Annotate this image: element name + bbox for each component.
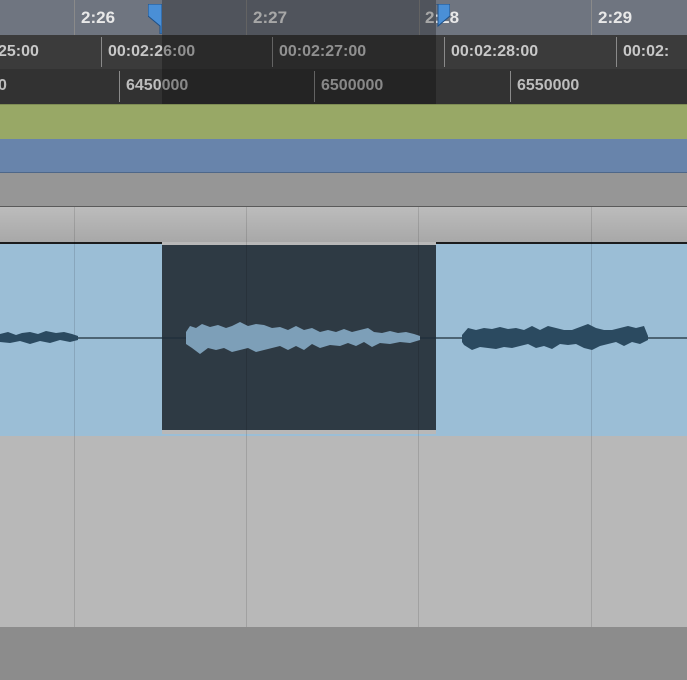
empty-timeline-area[interactable] bbox=[0, 627, 687, 680]
ruler-tick bbox=[616, 37, 617, 67]
ruler-tick bbox=[119, 71, 120, 102]
timecode-label: 25:00 bbox=[0, 43, 39, 60]
grid-line bbox=[418, 436, 419, 627]
marker-lane[interactable] bbox=[0, 104, 687, 140]
timecode-label: 00:02: bbox=[623, 43, 670, 60]
samples-label: 0 bbox=[0, 77, 7, 94]
grid-line bbox=[591, 436, 592, 627]
edit-window: 2:26 2:27 2:28 2:29 25:00 00:02:26:00 00… bbox=[0, 0, 687, 680]
ruler-tick bbox=[74, 0, 75, 35]
samples-label: 6550000 bbox=[517, 77, 580, 94]
clip-name-bar[interactable] bbox=[0, 207, 687, 243]
ruler-tick bbox=[101, 37, 102, 67]
bar-label: 2:29 bbox=[598, 8, 633, 27]
tempo-lane[interactable] bbox=[0, 139, 687, 173]
timecode-label: 00:02:28:00 bbox=[451, 43, 539, 60]
empty-track-lane[interactable] bbox=[0, 436, 687, 627]
bar-label: 2:26 bbox=[81, 8, 116, 27]
ruler-selection-range bbox=[162, 0, 436, 104]
flag-down-icon[interactable] bbox=[148, 4, 162, 34]
meter-lane[interactable] bbox=[0, 173, 687, 208]
flag-down-icon[interactable] bbox=[436, 4, 450, 34]
grid-line bbox=[246, 436, 247, 627]
ruler-tick bbox=[591, 0, 592, 35]
audio-waveform bbox=[0, 322, 687, 354]
grid-line bbox=[74, 436, 75, 627]
ruler-tick bbox=[444, 37, 445, 67]
ruler-tick bbox=[510, 71, 511, 102]
